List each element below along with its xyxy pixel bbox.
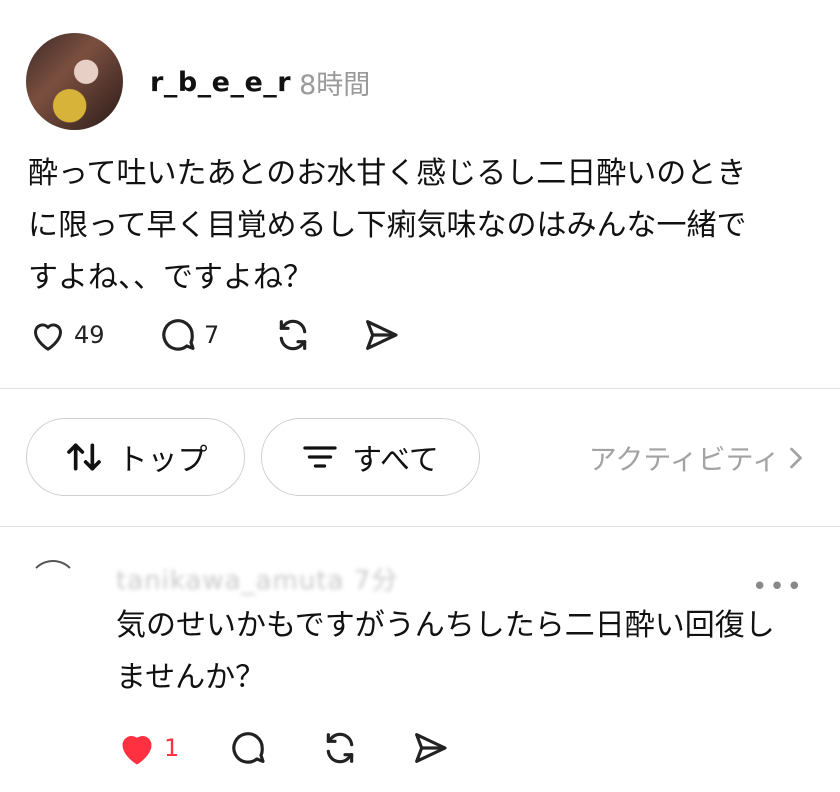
reply-body-line: ませんか？ [116, 660, 266, 695]
post-body: 酔って吐いたあとのお水甘く感じるし二日酔いのとき に限って早く目覚めるし下痢気味… [28, 148, 818, 304]
filter-lines-icon [303, 446, 337, 468]
divider [0, 526, 840, 527]
comment-button[interactable]: 7 [158, 315, 273, 355]
username[interactable]: r_b_e_e_r [150, 67, 291, 98]
comment-icon [232, 732, 265, 764]
comment-count: 7 [204, 321, 220, 349]
sort-arrows-icon [66, 443, 101, 471]
avatar[interactable] [28, 560, 78, 610]
filter-all-label: すべて [352, 443, 439, 478]
heart-icon [33, 323, 63, 351]
activity-label: アクティビティ [588, 443, 780, 476]
repost-icon [326, 732, 354, 764]
share-icon [366, 320, 398, 350]
post-actions: 49 7 [28, 313, 401, 357]
post-body-line: すよね、、ですよね？ [28, 260, 313, 295]
chevron-right-icon [790, 447, 802, 469]
sort-top-button[interactable]: トップ [26, 418, 245, 496]
reply-username[interactable]: tanikawa_amuta 7分 [116, 560, 398, 597]
reply-body-line: 気のせいかもですがうんちしたら二日酔い回復し [116, 608, 775, 643]
repost-button[interactable] [320, 728, 410, 768]
filter-bar: トップ すべて アクティビティ [26, 418, 816, 496]
like-button[interactable]: 49 [28, 315, 158, 355]
repost-icon [279, 319, 307, 351]
like-count: 49 [74, 321, 105, 349]
post-header: r_b_e_e_r 8時間 [150, 64, 371, 101]
share-button[interactable] [410, 728, 450, 768]
post-time: 8時間 [299, 69, 371, 101]
sort-top-label: トップ [117, 443, 208, 478]
divider [0, 388, 840, 389]
repost-button[interactable] [273, 315, 361, 355]
activity-link[interactable]: アクティビティ [589, 438, 804, 478]
comment-button[interactable] [228, 728, 320, 768]
comment-icon [162, 319, 195, 351]
share-icon [415, 733, 447, 763]
reply-actions: 1 [116, 726, 450, 770]
reply-body: 気のせいかもですがうんちしたら二日酔い回復し ませんか？ [116, 600, 816, 704]
post-body-line: に限って早く目覚めるし下痢気味なのはみんな一緒で [28, 208, 747, 243]
filter-all-button[interactable]: すべて [261, 418, 480, 496]
share-button[interactable] [361, 315, 401, 355]
like-count: 1 [164, 734, 180, 762]
post-body-line: 酔って吐いたあとのお水甘く感じるし二日酔いのとき [28, 156, 747, 191]
heart-icon [122, 736, 152, 765]
like-button[interactable]: 1 [116, 727, 228, 769]
more-icon[interactable]: ••• [752, 572, 804, 602]
avatar[interactable] [26, 33, 123, 130]
